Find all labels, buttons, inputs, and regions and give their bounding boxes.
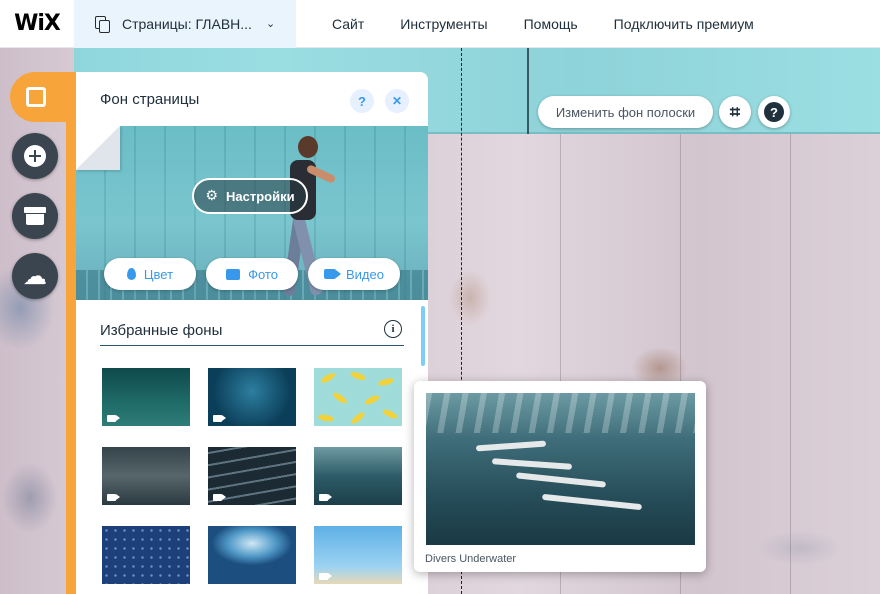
video-label: Видео xyxy=(346,266,384,282)
strip-board-seam xyxy=(527,48,529,134)
current-background-preview[interactable]: ⚙ Настройки Цвет Фото Видео xyxy=(76,126,428,300)
wix-logo[interactable]: WiX xyxy=(0,0,74,48)
color-drop-icon xyxy=(126,268,136,280)
menu-item-site[interactable]: Сайт xyxy=(314,16,382,32)
change-strip-background-button[interactable]: Изменить фон полоски xyxy=(538,96,713,128)
photo-label: Фото xyxy=(248,266,278,282)
box-icon xyxy=(24,207,46,225)
upload-button[interactable]: ☁ xyxy=(12,253,58,299)
background-thumbnail[interactable] xyxy=(208,447,296,505)
video-camera-icon xyxy=(324,269,341,279)
background-thumbnail[interactable] xyxy=(314,368,402,426)
image-icon xyxy=(226,268,241,280)
hover-preview-caption: Divers Underwater xyxy=(425,553,517,565)
panel-help-button[interactable]: ? xyxy=(350,89,374,113)
menu-item-tools[interactable]: Инструменты xyxy=(382,16,505,32)
crop-button[interactable]: ⌗ xyxy=(719,96,751,128)
bananas-pattern xyxy=(318,372,398,424)
editor-top-bar: WiX Страницы: ГЛАВН... ⌄ Сайт Инструмент… xyxy=(0,0,880,48)
pages-dropdown[interactable]: Страницы: ГЛАВН... ⌄ xyxy=(74,0,296,48)
pages-icon xyxy=(94,15,112,33)
background-thumbnail[interactable] xyxy=(208,368,296,426)
plus-icon xyxy=(24,145,46,167)
settings-label: Настройки xyxy=(225,188,295,204)
menu-item-help[interactable]: Помощь xyxy=(506,16,596,32)
divers-underwater-image xyxy=(426,393,695,545)
thumbnail-hover-preview: Divers Underwater xyxy=(414,381,706,572)
background-thumbnail[interactable] xyxy=(314,447,402,505)
video-badge-icon xyxy=(213,415,226,422)
app-market-button[interactable] xyxy=(12,193,58,239)
background-thumbnail[interactable] xyxy=(102,526,190,584)
color-button[interactable]: Цвет xyxy=(104,258,196,290)
menu-item-upgrade[interactable]: Подключить премиум xyxy=(596,16,772,32)
panel-scrollbar[interactable] xyxy=(421,306,425,366)
video-badge-icon xyxy=(319,494,332,501)
panel-title: Фон страницы xyxy=(100,90,200,108)
background-thumbnail[interactable] xyxy=(102,368,190,426)
video-badge-icon xyxy=(319,573,332,580)
help-icon: ? xyxy=(764,102,784,122)
add-button[interactable] xyxy=(12,133,58,179)
background-thumbnail[interactable] xyxy=(102,447,190,505)
info-icon[interactable]: i xyxy=(384,320,402,338)
video-badge-icon xyxy=(107,415,120,422)
background-tool-button[interactable] xyxy=(10,72,76,122)
pages-dropdown-label: Страницы: ГЛАВН... xyxy=(122,15,252,32)
page-background-panel: Фон страницы ? ✕ ⚙ Настройки Цвет Фото В… xyxy=(76,72,428,594)
color-label: Цвет xyxy=(143,266,174,282)
close-icon[interactable]: ✕ xyxy=(385,89,409,113)
canvas-plank-seam xyxy=(790,134,791,594)
gear-icon: ⚙ xyxy=(205,188,218,204)
background-thumbnail[interactable] xyxy=(314,526,402,584)
strip-help-button[interactable]: ? xyxy=(758,96,790,128)
cloud-upload-icon: ☁ xyxy=(23,262,47,290)
background-thumbnail[interactable] xyxy=(208,526,296,584)
featured-backgrounds-header: Избранные фоны i xyxy=(100,316,404,346)
crop-icon: ⌗ xyxy=(729,101,741,123)
panel-header: Фон страницы ? ✕ xyxy=(76,72,428,126)
background-square-icon xyxy=(26,87,46,107)
chevron-down-icon: ⌄ xyxy=(265,18,276,30)
video-badge-icon xyxy=(107,494,120,501)
video-button[interactable]: Видео xyxy=(308,258,400,290)
section-title: Избранные фоны xyxy=(100,322,223,339)
top-menu: Сайт Инструменты Помощь Подключить преми… xyxy=(314,16,772,32)
page-corner-icon xyxy=(76,126,120,170)
photo-button[interactable]: Фото xyxy=(206,258,298,290)
background-settings-button[interactable]: ⚙ Настройки xyxy=(192,178,308,214)
video-badge-icon xyxy=(213,494,226,501)
